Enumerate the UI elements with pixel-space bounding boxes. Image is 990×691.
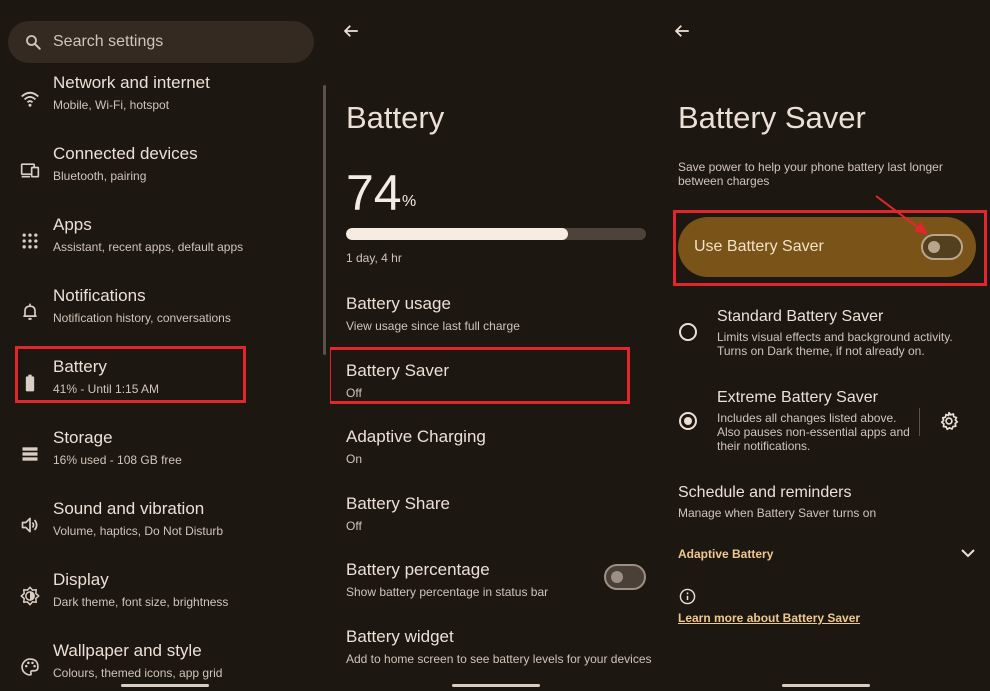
page-title: Battery Saver [678,100,866,135]
settings-item-subtitle: Colours, themed icons, app grid [53,666,223,680]
item-subtitle: Add to home screen to see battery levels… [346,652,652,666]
battery-level-bar [346,228,646,240]
item-subtitle: View usage since last full charge [346,319,520,333]
battery-share-item[interactable]: Battery Share Off [346,494,646,550]
schedule-title[interactable]: Schedule and reminders [678,484,851,502]
info-icon [679,588,696,605]
settings-item-subtitle: Assistant, recent apps, default apps [53,240,244,254]
item-subtitle: Show battery percentage in status bar [346,585,549,599]
item-title: Adaptive Charging [346,427,486,446]
settings-item-subtitle: 16% used - 108 GB free [53,453,182,467]
extreme-saver-radio[interactable] [679,412,697,430]
battery-widget-item[interactable]: Battery widget Add to home screen to see… [346,627,652,683]
settings-item-network[interactable]: Network and internet Mobile, Wi-Fi, hots… [0,67,322,131]
settings-panel: Network and internet Mobile, Wi-Fi, hots… [0,0,330,691]
battery-percentage-item[interactable]: Battery percentage Show battery percenta… [346,560,646,616]
battery-percent: 74 [346,165,402,221]
settings-item-title: Notifications [53,286,146,305]
speaker-icon [21,517,38,533]
highlight-box-use-battery-saver [673,210,987,286]
search-icon [26,35,41,50]
settings-item-storage[interactable]: Storage 16% used - 108 GB free [0,422,322,486]
settings-item-connected-devices[interactable]: Connected devices Bluetooth, pairing [0,138,322,202]
settings-item-wallpaper[interactable]: Wallpaper and style Colours, themed icon… [0,635,322,691]
item-title: Battery Share [346,494,450,513]
settings-item-subtitle: Dark theme, font size, brightness [53,595,229,609]
red-arrow-annotation [875,195,928,235]
schedule-subtitle: Manage when Battery Saver turns on [678,506,877,520]
gesture-nav-bar[interactable] [662,684,990,687]
standard-saver-radio[interactable] [679,323,697,341]
item-subtitle: Off [346,519,362,533]
settings-item-title: Sound and vibration [53,499,205,518]
extreme-saver-subtitle: Includes all changes listed above. Also … [717,411,910,453]
item-title: Battery percentage [346,560,490,579]
settings-item-notifications[interactable]: Notifications Notification history, conv… [0,280,322,344]
settings-item-subtitle: Bluetooth, pairing [53,169,147,183]
settings-item-title: Apps [53,215,92,234]
gesture-nav-bar[interactable] [0,684,330,687]
adaptive-battery-header[interactable]: Adaptive Battery [678,547,773,561]
item-subtitle: On [346,452,363,466]
battery-panel: Battery 74 % 1 day, 4 hr Battery usage V… [330,0,662,691]
gesture-nav-bar[interactable] [330,684,662,687]
back-arrow-icon[interactable] [673,22,691,40]
highlight-box-battery [15,346,246,403]
adaptive-charging-item[interactable]: Adaptive Charging On [346,427,646,483]
battery-percentage-toggle[interactable] [604,564,646,590]
battery-percent-unit: % [402,193,417,210]
devices-icon [20,163,40,178]
apps-grid-icon [22,233,38,249]
settings-item-title: Storage [53,428,113,447]
gear-icon[interactable] [939,411,959,431]
settings-item-apps[interactable]: Apps Assistant, recent apps, default app… [0,209,322,273]
settings-item-title: Display [53,570,109,589]
battery-usage-item[interactable]: Battery usage View usage since last full… [346,294,646,350]
settings-item-subtitle: Notification history, conversations [53,311,231,325]
battery-remaining: 1 day, 4 hr [346,251,402,265]
wifi-icon [21,91,39,107]
settings-item-title: Wallpaper and style [53,641,202,660]
battery-saver-panel: Battery Saver Save power to help your ph… [662,0,990,691]
battery-level-fill [346,228,568,240]
item-title: Battery usage [346,294,451,313]
scrollbar[interactable] [323,85,326,355]
settings-item-subtitle: Volume, haptics, Do Not Disturb [53,524,224,538]
storage-icon [22,447,38,461]
standard-saver-subtitle: Limits visual effects and background act… [717,330,953,358]
page-title: Battery [346,100,445,135]
search-bar[interactable] [8,21,314,63]
brightness-icon [20,586,40,606]
settings-item-display[interactable]: Display Dark theme, font size, brightnes… [0,564,322,628]
extreme-saver-title: Extreme Battery Saver [717,389,878,406]
learn-more-link[interactable]: Learn more about Battery Saver [678,611,860,625]
bell-icon [23,303,37,320]
settings-item-sound[interactable]: Sound and vibration Volume, haptics, Do … [0,493,322,557]
back-arrow-icon[interactable] [342,22,360,40]
chevron-down-icon[interactable] [961,547,975,559]
item-title: Battery widget [346,627,454,646]
search-input[interactable] [53,33,273,51]
vertical-divider [919,408,920,436]
settings-item-title: Connected devices [53,144,198,163]
standard-saver-title: Standard Battery Saver [717,308,884,325]
settings-item-title: Network and internet [53,73,210,92]
highlight-box-battery-saver [330,347,630,404]
battery-saver-description: Save power to help your phone battery la… [678,160,943,188]
settings-item-subtitle: Mobile, Wi-Fi, hotspot [53,98,170,112]
palette-icon [21,658,39,676]
